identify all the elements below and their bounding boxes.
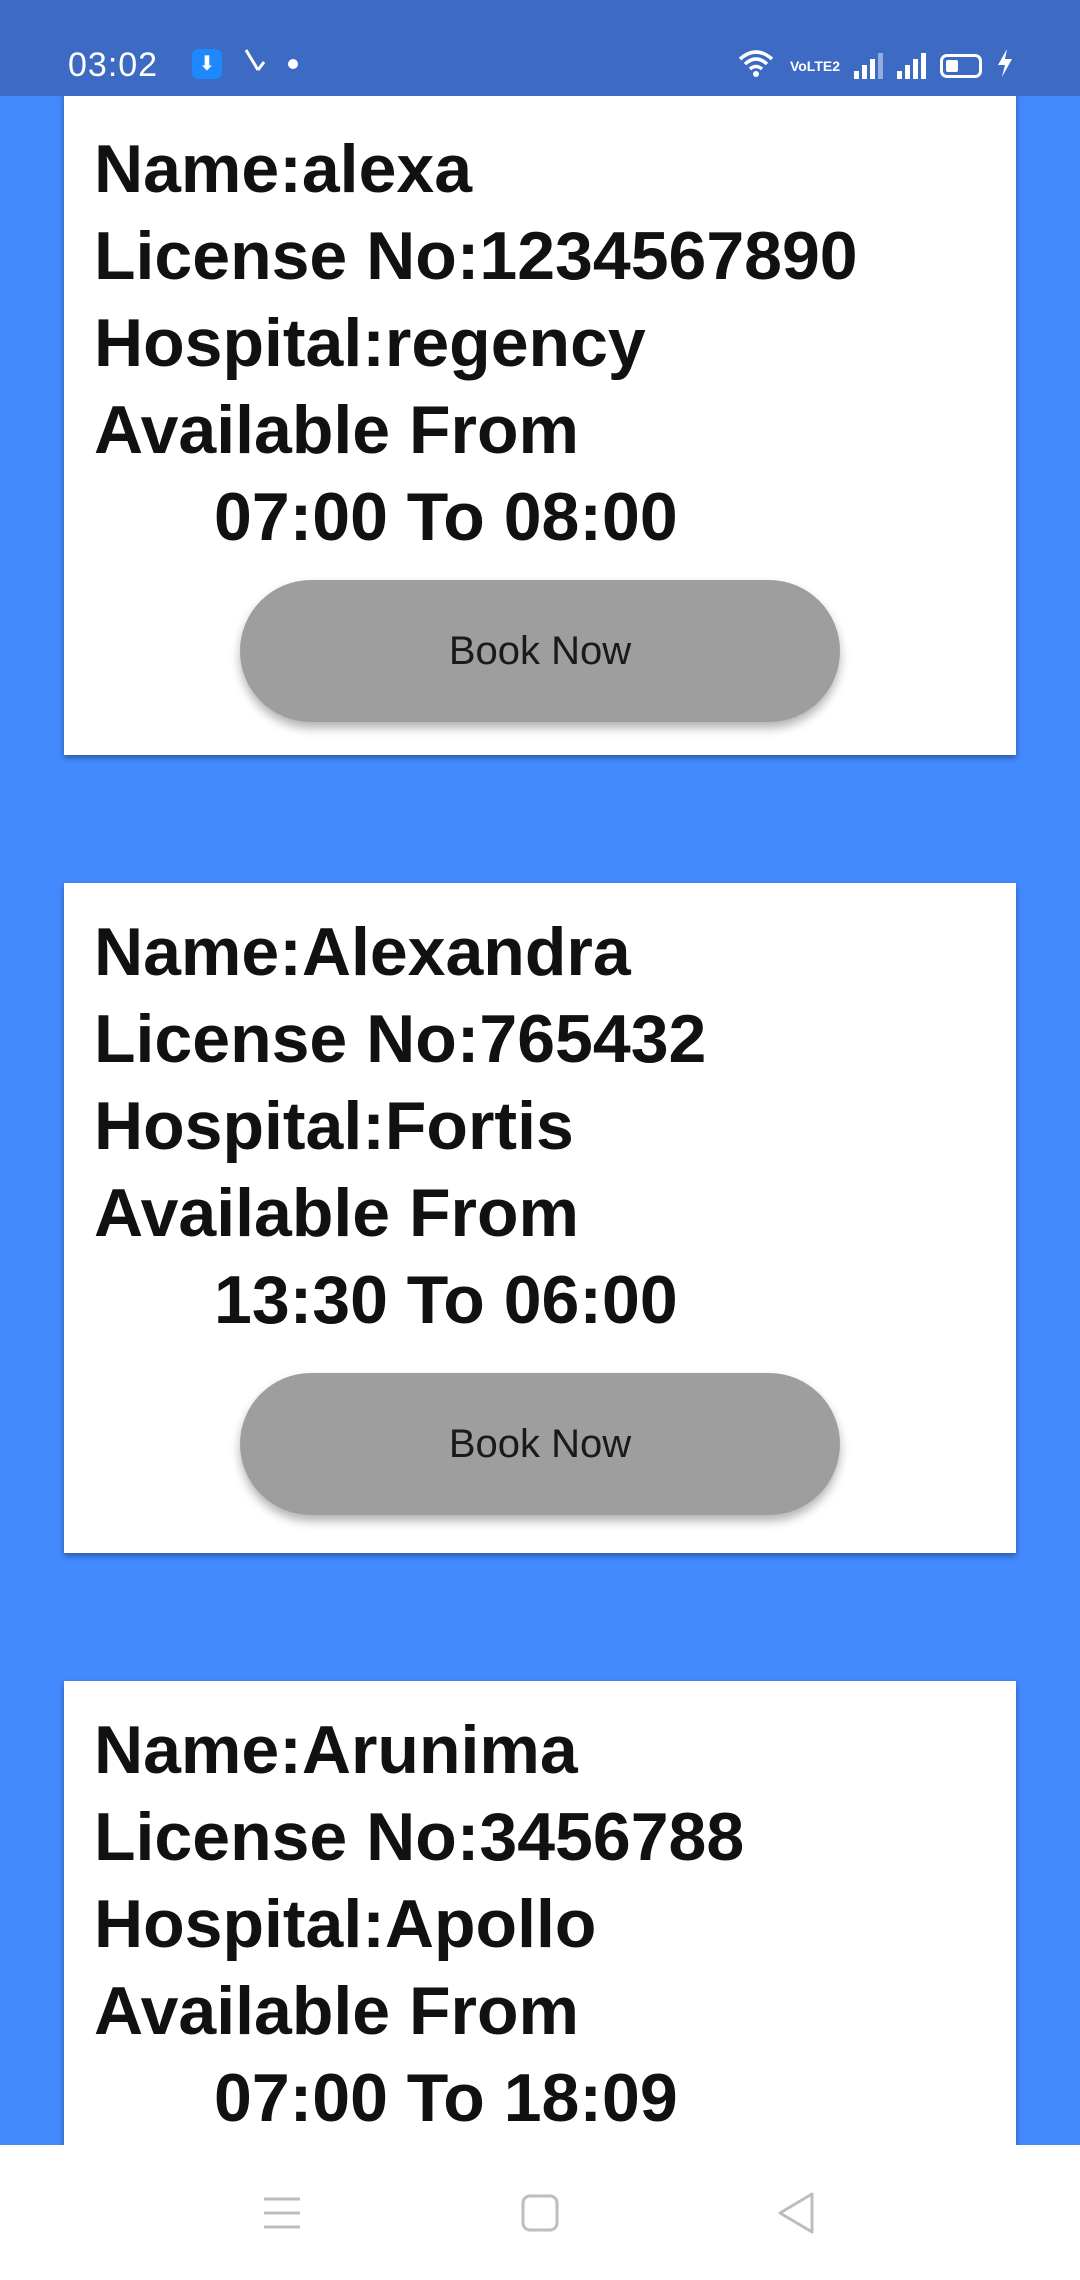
signal-2-icon — [897, 52, 926, 79]
doctor-license: License No:765432 — [94, 1001, 707, 1077]
book-now-button[interactable]: Book Now — [240, 580, 840, 722]
status-left-icons: ⬇ — [192, 46, 298, 81]
battery-icon — [940, 53, 982, 78]
available-label: Available From — [94, 392, 579, 468]
doctor-hospital: Hospital:Apollo — [94, 1886, 597, 1962]
doctor-card: Name:Alexandra License No:765432 Hospita… — [64, 883, 1016, 1553]
menu-icon[interactable] — [242, 2183, 322, 2243]
doctor-license: License No:1234567890 — [94, 218, 858, 294]
status-bar: 03:02 ⬇ VoLTE2 — [0, 0, 1080, 96]
book-now-button[interactable]: Book Now — [240, 1373, 840, 1515]
doctor-hospital: Hospital:regency — [94, 305, 646, 381]
signal-1-icon — [854, 52, 883, 79]
system-nav-bar — [0, 2145, 1080, 2280]
doctor-card: Name:alexa License No:1234567890 Hospita… — [64, 90, 1016, 755]
time-range: 07:00 To 08:00 — [214, 479, 678, 555]
available-label: Available From — [94, 1973, 579, 2049]
doctor-license: License No:3456788 — [94, 1799, 745, 1875]
doctor-name: Name:alexa — [94, 131, 473, 207]
charging-bolt-icon — [996, 49, 1014, 82]
status-right-icons: VoLTE2 — [736, 48, 1014, 83]
time-range: 07:00 To 18:09 — [214, 2060, 678, 2136]
home-icon[interactable] — [500, 2183, 580, 2243]
doctor-hospital: Hospital:Fortis — [94, 1088, 574, 1164]
notification-dot-icon — [288, 58, 298, 69]
volte-icon: VoLTE2 — [789, 57, 840, 74]
missed-call-icon — [240, 46, 270, 81]
doctor-name: Name:Arunima — [94, 1712, 578, 1788]
back-icon[interactable] — [756, 2183, 836, 2243]
doctor-name: Name:Alexandra — [94, 914, 631, 990]
usb-debug-icon: ⬇ — [192, 48, 222, 79]
time-range: 13:30 To 06:00 — [214, 1262, 678, 1338]
wifi-icon — [736, 48, 776, 83]
available-label: Available From — [94, 1175, 579, 1251]
doctor-list[interactable]: Name:alexa License No:1234567890 Hospita… — [0, 0, 1080, 2145]
doctor-card: Name:Arunima License No:3456788 Hospital… — [64, 1681, 1016, 2145]
status-time: 03:02 — [68, 46, 159, 84]
